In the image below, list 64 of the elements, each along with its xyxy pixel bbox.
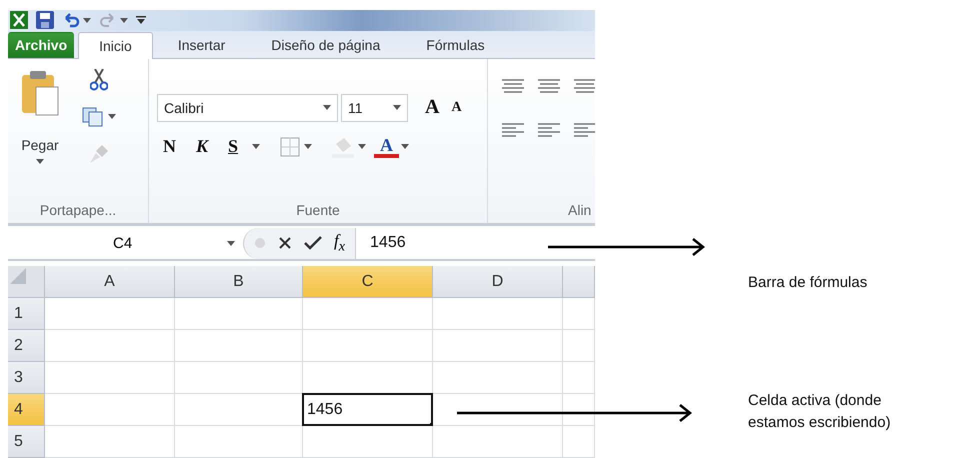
annotation-text: Barra de fórmulas [748,273,868,293]
align-icon[interactable] [574,122,595,137]
save-icon[interactable] [36,11,54,30]
align-icon[interactable] [574,78,595,93]
caret-icon [401,144,410,150]
column-header[interactable]: D [433,266,563,298]
file-tab[interactable]: Archivo [8,32,74,58]
shrink-font-button[interactable]: A [445,100,468,116]
column-header[interactable]: C [303,266,433,298]
font-name-field[interactable]: Calibri [157,94,338,122]
excel-logo-icon[interactable] [10,11,28,30]
group-label: Portapape... [38,200,118,220]
group-label: Alin [567,200,592,220]
circle-icon[interactable] [254,237,266,250]
ribbon-tab[interactable]: Diseño de página [250,30,402,58]
ribbon-tab[interactable]: Inicio [78,32,153,59]
grow-font-button[interactable]: A [419,96,446,120]
formula-field[interactable]: 1456 [356,234,406,252]
cancel-icon[interactable] [278,236,292,250]
align-icon[interactable] [538,78,560,93]
fill-color-icon[interactable] [332,136,354,158]
italic-button[interactable]: K [190,136,214,158]
name-box[interactable]: C4 [8,234,243,252]
caret-icon [358,144,366,150]
ribbon-tab[interactable]: Fórmulas [405,30,506,58]
caret-icon [36,158,44,164]
align-icon[interactable] [502,78,524,93]
paste-label[interactable]: Pegar [21,136,59,153]
active-cell[interactable]: 1456 [302,393,433,426]
paste-icon[interactable] [20,68,60,117]
group-label: Fuente [295,200,341,220]
undo-icon[interactable] [62,12,80,28]
column-header[interactable] [563,266,595,298]
ribbon-tab[interactable]: Insertar [156,30,246,58]
align-icon[interactable] [538,122,560,137]
caret-icon [227,240,235,246]
bold-button[interactable]: N [157,136,182,158]
row-header[interactable]: 4 [8,394,45,426]
customize-icon[interactable] [136,15,146,26]
row-header[interactable]: 5 [8,426,45,458]
borders-icon[interactable] [280,136,300,157]
scissors-icon[interactable] [90,68,108,91]
row-header[interactable]: 1 [8,298,45,330]
brush-icon[interactable] [88,142,110,165]
copy-icon[interactable] [82,106,104,127]
row-header[interactable]: 2 [8,330,45,362]
font-color-button[interactable]: A [374,136,400,158]
align-icon[interactable] [502,122,524,137]
column-header[interactable]: A [45,266,175,298]
caret-icon [252,144,260,150]
caret-icon [83,18,91,23]
column-header[interactable]: B [175,266,303,298]
check-icon[interactable] [304,236,322,250]
caret-icon [120,18,128,23]
caret-icon [393,105,401,110]
annotation-text: Celda activa (donde estamos escribiendo) [748,391,892,433]
caret-icon [323,105,331,110]
row-header[interactable]: 3 [8,362,45,394]
font-size-field[interactable]: 11 [341,94,408,122]
caret-icon [108,114,116,120]
caret-icon [304,144,312,150]
select-all-icon[interactable] [8,266,26,284]
insert-function-button[interactable]: f$_{x}$ [334,231,346,256]
underline-button[interactable]: S [222,136,244,158]
